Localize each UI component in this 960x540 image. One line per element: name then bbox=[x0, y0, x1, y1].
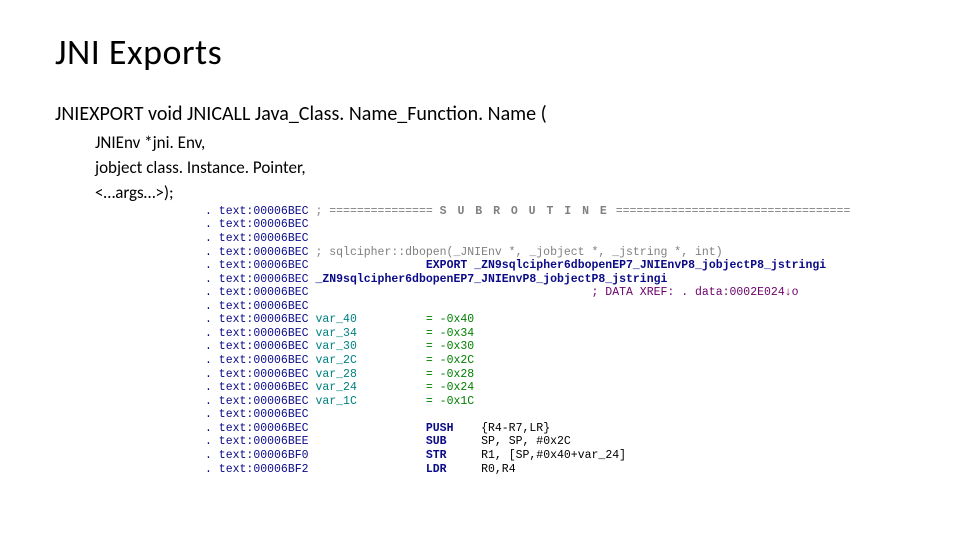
proto-comment: ; sqlcipher::dbopen(_JNIEnv *, _jobject … bbox=[315, 246, 722, 259]
symbol-label: _ZN9sqlcipher6dbopenEP7_JNIEnvP8_jobject… bbox=[315, 273, 667, 286]
jni-arg-0: JNIEnv *jni. Env, bbox=[95, 132, 905, 155]
addr-prefix: . text: bbox=[205, 205, 253, 218]
data-xref: ; DATA XREF: . data:0002E024↓o bbox=[591, 286, 798, 299]
jni-arg-2: <…args…>); bbox=[95, 182, 905, 205]
jni-declaration: JNIEXPORT void JNICALL Java_Class. Name_… bbox=[55, 102, 905, 126]
disassembly-listing: . text:00006BEC ; =============== S U B … bbox=[205, 205, 905, 476]
slide-title: JNI Exports bbox=[55, 30, 905, 74]
subroutine-banner: S U B R O U T I N E bbox=[440, 205, 609, 218]
jni-arg-1: jobject class. Instance. Pointer, bbox=[95, 157, 905, 180]
